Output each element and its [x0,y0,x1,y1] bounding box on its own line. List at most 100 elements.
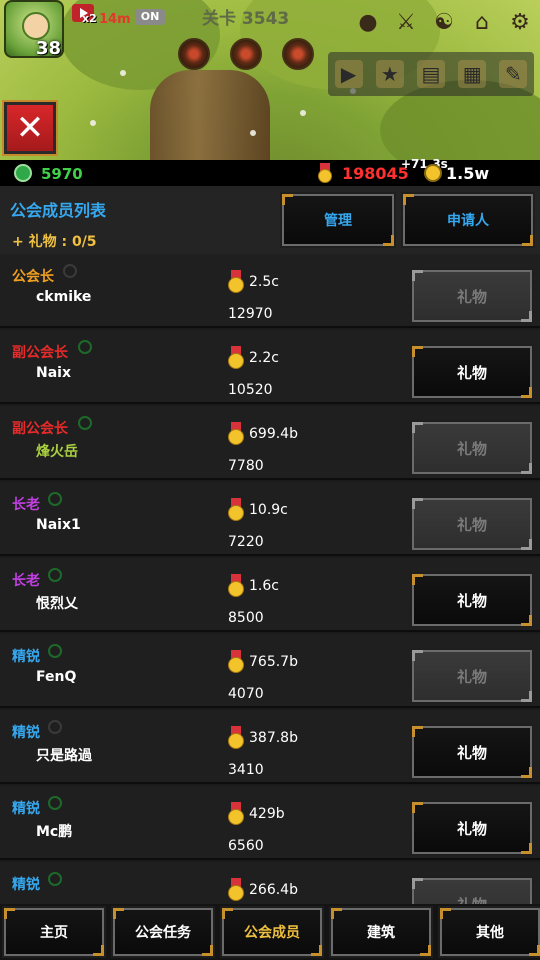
member-row: 副公会长 Naix 2.2c 10520 礼物 [0,330,540,404]
member-power: 1.6c [249,578,279,594]
medal-icon [228,574,244,597]
online-status-icon [48,872,62,886]
stage-label: 关卡 3543 [202,9,290,29]
medal-icon [228,422,244,445]
gift-button[interactable]: 礼物 [410,800,534,856]
applicants-button[interactable]: 申请人 [401,192,535,248]
medal-icon [228,726,244,749]
trophy-icon[interactable]: ★ [375,60,404,88]
member-contribution: 7220 [228,534,264,550]
close-button[interactable]: ✕ [2,100,58,156]
member-rank: 精锐 [12,725,40,741]
medal-icon [228,346,244,369]
gold-coin-icon [424,164,442,182]
member-row: 精锐 FenQ 765.7b 4070 礼物 [0,634,540,708]
avatar-face [22,12,50,40]
gift-counter: + 礼物 : 0/5 [12,234,97,250]
shield-icon [282,38,314,70]
tree-trunk [150,70,270,160]
online-status-icon [63,264,77,278]
top-icon-bar: ● ⚔ ☯ ⌂ ⚙ [352,6,536,38]
member-list[interactable]: 公会长 ckmike 2.5c 12970 礼物 副公会长 Naix 2.2c 10520 礼物副… [0,254,540,904]
gift-button[interactable]: 礼物 [410,876,534,904]
gift-button[interactable]: 礼物 [410,648,534,704]
member-row: 副公会长 烽火岳 699.4b 7780 礼物 [0,406,540,480]
tab-home[interactable]: 主页 [2,906,106,958]
flower [120,70,126,76]
gift-button[interactable]: 礼物 [410,572,534,628]
speed-multiplier: x2 [82,12,97,25]
member-name: 烽火岳 [36,444,78,460]
gold-count: 1.5w [446,164,490,183]
member-name: Naix [36,365,71,381]
member-power: 266.4b [249,882,298,898]
member-contribution: 8500 [228,610,264,626]
member-rank: 长老 [12,573,40,589]
flower [300,110,306,116]
member-row: 精锐 只是路過 387.8b 3410 礼物 [0,710,540,784]
gem-icon [14,164,32,182]
member-power: 10.9c [249,502,288,518]
online-status-icon [48,796,62,810]
tab-guild-members[interactable]: 公会成员 [220,906,324,958]
quick-menu: ▶ ★ ▤ ▦ ✎ [328,52,534,96]
member-power: 2.5c [249,274,279,290]
member-power: 2.2c [249,350,279,366]
gift-button[interactable]: 礼物 [410,420,534,476]
member-contribution: 10520 [228,382,273,398]
game-scene: 38 x2 14m ON 关卡 3543 ● ⚔ ☯ ⌂ ⚙ ▶ ★ ▤ ▦ ✎… [0,0,540,160]
online-status-icon [48,720,62,734]
bottom-nav: 主页 公会任务 公会成员 建筑 其他 [0,904,540,960]
play-icon[interactable]: ▶ [334,60,363,88]
member-name: Mc鹏 [36,824,73,840]
member-name: 恨烈乂 [36,596,78,612]
gift-button[interactable]: 礼物 [410,496,534,552]
flower [250,130,256,136]
member-name: FenQ [36,669,77,685]
online-status-icon [48,492,62,506]
medal-icon [228,270,244,293]
shield-icon [178,38,210,70]
member-rank: 公会长 [12,269,54,285]
shop-icon[interactable]: ⌂ [466,6,498,38]
currency-bar: 5970 198045 +71.3s 1.5w [0,157,540,186]
gift-button[interactable]: 礼物 [410,344,534,400]
gear-icon[interactable]: ⚙ [504,6,536,38]
online-status-icon [78,416,92,430]
member-row: 公会长 ckmike 2.5c 12970 礼物 [0,254,540,328]
member-rank: 长老 [12,497,40,513]
manage-button[interactable]: 管理 [280,192,396,248]
tab-other[interactable]: 其他 [438,906,540,958]
medal-count: 198045 [342,164,409,183]
member-row: 长老恨烈乂 1.6c 8500 礼物 [0,558,540,632]
gem-count: 5970 [41,165,83,183]
medal-icon [228,878,244,901]
member-rank: 副公会长 [12,345,68,361]
member-contribution: 6560 [228,838,264,854]
member-row: 精锐 Mc鹏 429b 6560 礼物 [0,786,540,860]
online-status-icon [78,340,92,354]
angel-icon[interactable]: ☯ [428,6,460,38]
medal-icon [318,163,332,183]
guild-header: 公会成员列表 + 礼物 : 0/5 管理 申请人 [0,186,540,254]
online-status-icon [48,568,62,582]
chat-icon[interactable]: ● [352,6,384,38]
tab-buildings[interactable]: 建筑 [329,906,433,958]
auto-toggle[interactable]: ON [135,9,165,25]
tab-guild-tasks[interactable]: 公会任务 [111,906,215,958]
book-icon[interactable]: ▦ [458,60,487,88]
gift-button[interactable]: 礼物 [410,268,534,324]
member-contribution: 12970 [228,306,273,322]
member-contribution: 4070 [228,686,264,702]
member-contribution: 3410 [228,762,264,778]
member-rank: 精锐 [12,877,40,893]
journal-icon[interactable]: ✎ [499,60,528,88]
member-power: 429b [249,806,285,822]
member-contribution: 7780 [228,458,264,474]
battle-icon[interactable]: ⚔ [390,6,422,38]
ranking-icon[interactable]: ▤ [416,60,445,88]
member-rank: 副公会长 [12,421,68,437]
gift-button[interactable]: 礼物 [410,724,534,780]
member-row: 长老 Naix1 10.9c 7220 礼物 [0,482,540,556]
medal-icon [228,802,244,825]
